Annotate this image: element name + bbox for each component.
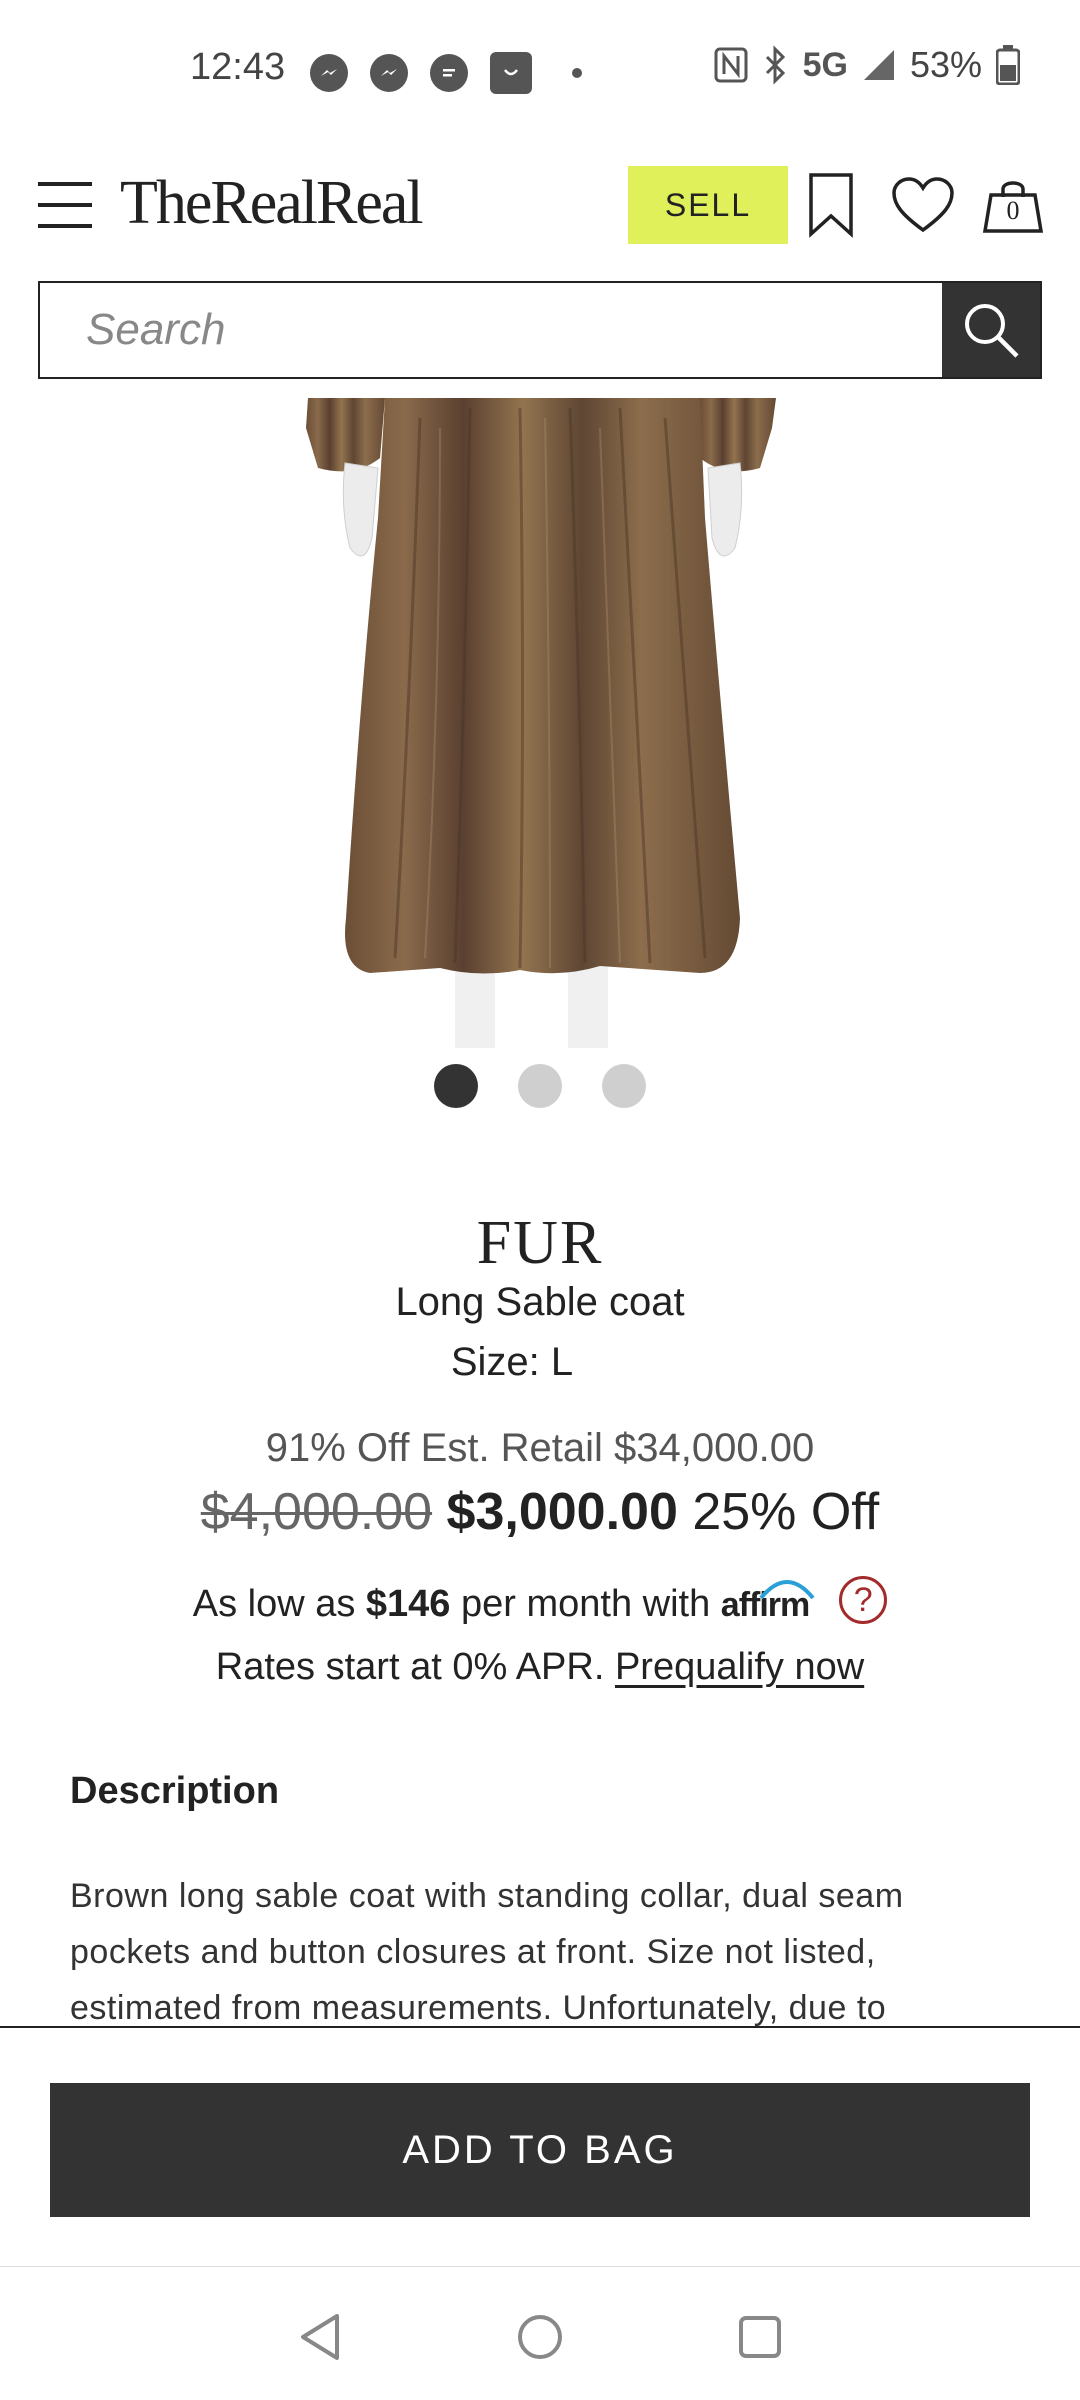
battery-percent: 53% <box>909 44 982 85</box>
affirm-logo: affirm <box>721 1580 815 1624</box>
shopping-bag-icon[interactable]: 0 <box>978 168 1048 242</box>
est-retail: 91% Off Est. Retail $34,000.00 <box>265 1426 815 1470</box>
bluetooth-icon <box>765 45 785 85</box>
price-row: $4,000.00 $3,000.00 25% Off <box>0 1482 1080 1542</box>
signal-icon <box>863 50 894 80</box>
add-to-bag-button[interactable]: ADD TO BAG <box>50 2083 1030 2217</box>
carousel-dot-3[interactable] <box>602 1064 646 1108</box>
notification-icons <box>310 52 582 94</box>
heart-icon[interactable] <box>888 168 958 242</box>
product-name: Long Sable coat <box>395 1280 685 1324</box>
system-nav-bar <box>0 2266 1080 2400</box>
home-icon[interactable] <box>510 2307 570 2367</box>
system-indicators: 5G 53% <box>713 44 1020 86</box>
sticky-action-bar: ADD TO BAG <box>0 2026 1080 2266</box>
discount-label: 25% Off <box>692 1483 880 1541</box>
battery-icon <box>996 45 1020 85</box>
product-image[interactable] <box>0 398 1080 1048</box>
sale-price: $3,000.00 <box>446 1483 678 1541</box>
shopping-icon <box>490 52 532 94</box>
messenger-icon <box>310 54 348 92</box>
app-header: TheRealReal SELL 0 <box>0 150 1080 260</box>
affirm-financing: As low as $146 per month with affirm? <box>0 1576 1080 1630</box>
search-bar <box>38 281 1042 379</box>
messenger-icon <box>370 54 408 92</box>
original-price: $4,000.00 <box>200 1483 433 1541</box>
affirm-amount: $146 <box>365 1583 451 1626</box>
prequalify-link[interactable]: Prequalify now <box>615 1646 864 1688</box>
rates-text: Rates start at 0% APR. <box>215 1646 615 1688</box>
affirm-suffix: per month with <box>450 1583 721 1626</box>
description-body: Brown long sable coat with standing coll… <box>70 1877 904 2027</box>
product-size: Size: L <box>450 1340 574 1384</box>
affirm-prefix: As low as <box>192 1583 366 1626</box>
chat-icon <box>430 54 468 92</box>
recents-icon[interactable] <box>730 2307 790 2367</box>
hamburger-menu-icon[interactable] <box>38 180 92 230</box>
logo[interactable]: TheRealReal <box>120 168 424 239</box>
status-time: 12:43 <box>190 46 286 88</box>
search-icon[interactable] <box>942 283 1040 377</box>
network-type: 5G <box>802 45 848 84</box>
carousel-dot-2[interactable] <box>518 1064 562 1108</box>
search-input[interactable] <box>40 283 942 377</box>
bookmark-icon[interactable] <box>796 168 866 242</box>
affirm-rates: Rates start at 0% APR. Prequalify now <box>0 1646 1080 1689</box>
sell-button[interactable]: SELL <box>628 166 788 244</box>
status-bar: 12:43 5G 53% <box>0 0 1080 140</box>
bag-count: 0 <box>1006 196 1020 225</box>
nfc-icon <box>714 47 748 83</box>
more-notifications-dot <box>572 68 582 78</box>
product-brand[interactable]: FUR <box>0 1208 1080 1279</box>
image-carousel-dots <box>0 1064 1080 1108</box>
help-question-icon[interactable]: ? <box>839 1576 888 1624</box>
description-title[interactable]: Description <box>70 1770 279 1813</box>
carousel-dot-1[interactable] <box>434 1064 478 1108</box>
back-icon[interactable] <box>290 2307 350 2367</box>
